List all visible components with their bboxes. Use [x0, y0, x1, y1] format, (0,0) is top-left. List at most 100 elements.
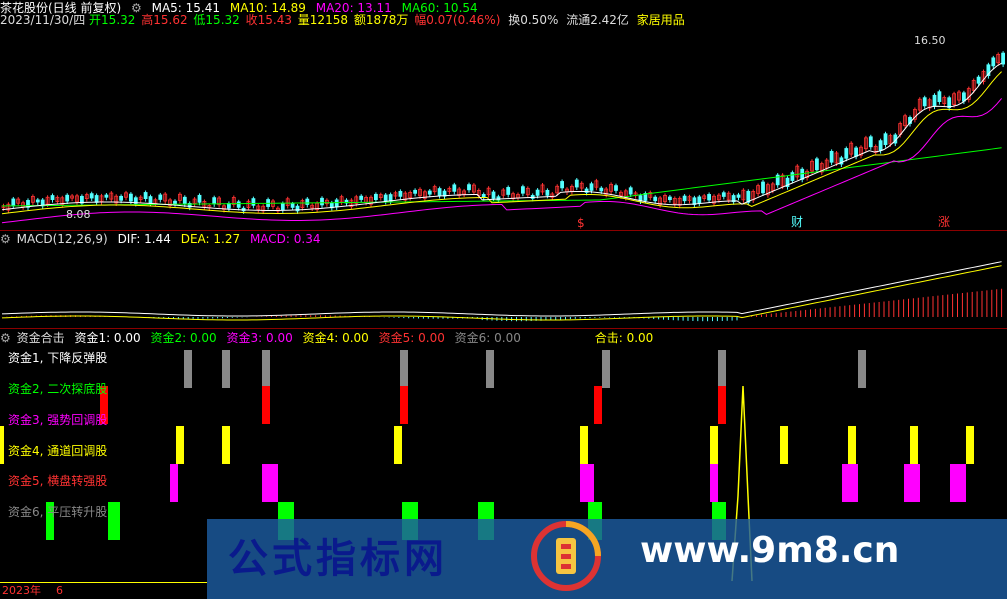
signal-bar	[848, 426, 856, 464]
fund2-value: 资金2: 0.00	[150, 331, 217, 345]
finance-marker[interactable]: 财	[791, 215, 803, 229]
fund2-label: 资金2, 二次探底股	[8, 382, 108, 396]
fund5-value: 资金5: 0.00	[378, 331, 445, 345]
fund-settings-icon[interactable]: ⚙	[0, 331, 11, 345]
candle	[844, 148, 849, 159]
watermark-text: 公式指标网	[228, 536, 448, 582]
candle	[143, 192, 148, 200]
candle	[89, 193, 94, 199]
candle	[545, 189, 550, 196]
signal-bar	[718, 386, 726, 424]
signal-bar	[950, 464, 958, 502]
fund-title[interactable]: 资金合击	[17, 331, 65, 345]
quote-low: 低15.32	[193, 13, 240, 27]
candle	[682, 195, 687, 202]
macd-chart[interactable]	[0, 247, 1007, 327]
signal-bar	[718, 350, 726, 388]
candle	[251, 198, 256, 206]
signal-bar	[602, 350, 610, 388]
candle	[398, 190, 403, 197]
signal-bar	[262, 386, 270, 424]
candle	[653, 196, 658, 202]
candle	[148, 196, 153, 204]
candle	[119, 195, 123, 201]
hit-value: 合击: 0.00	[594, 331, 654, 345]
candle	[589, 183, 594, 191]
fund4-value: 资金4: 0.00	[302, 331, 369, 345]
candle	[413, 189, 418, 194]
date-axis: 2023年 6	[0, 582, 207, 599]
candle	[721, 192, 726, 197]
fund-header: ⚙ 资金合击 资金1: 0.00 资金2: 0.00 资金3: 0.00 资金4…	[0, 330, 659, 346]
signal-bar	[222, 350, 230, 388]
watermark-logo-icon	[531, 521, 601, 591]
fund3-value: 资金3: 0.00	[226, 331, 293, 345]
fund1-value: 资金1: 0.00	[74, 331, 141, 345]
signal-bar	[710, 464, 718, 502]
candle	[560, 181, 564, 189]
macd-settings-icon[interactable]: ⚙	[0, 232, 11, 246]
signal-bar	[184, 350, 192, 388]
signal-bar	[400, 350, 408, 388]
candle	[11, 198, 16, 207]
fund4-label: 资金4, 通道回调股	[8, 444, 108, 458]
candle	[35, 199, 40, 203]
candle	[437, 188, 442, 196]
candle	[761, 181, 765, 194]
candle	[128, 193, 133, 202]
signal-bar	[966, 426, 974, 464]
candle	[707, 194, 711, 201]
candle	[50, 195, 55, 200]
dividend-marker[interactable]: $	[577, 216, 585, 230]
signal-bar	[850, 464, 858, 502]
quote-volume: 量12158	[297, 13, 348, 27]
macd-dif: DIF: 1.44	[117, 232, 171, 246]
signal-bar	[710, 426, 718, 464]
quote-change: 幅0.07(0.46%)	[414, 13, 501, 27]
candle	[388, 194, 393, 202]
candle	[467, 184, 471, 191]
watermark-url: www.9m8.cn	[640, 530, 900, 571]
fund1-label: 资金1, 下降反弹股	[8, 351, 108, 365]
signal-bar	[112, 502, 120, 540]
signal-bar	[262, 350, 270, 388]
low-price-label: 8.08	[66, 208, 91, 221]
signal-bar	[394, 426, 402, 464]
candle	[962, 92, 966, 102]
divider	[0, 328, 1007, 329]
signal-bar	[580, 426, 588, 464]
candle	[937, 91, 942, 102]
quote-high: 高15.62	[141, 13, 188, 27]
signal-bar	[858, 350, 866, 388]
signal-bar	[170, 464, 178, 502]
candle	[1001, 52, 1005, 65]
candle	[65, 194, 70, 202]
candle	[104, 194, 109, 198]
quote-date: 2023/11/30/四	[0, 13, 86, 27]
price-chart[interactable]: 16.50 8.08 $ 财 涨	[0, 30, 1007, 230]
fund6-value: 资金6: 0.00	[454, 331, 521, 345]
quote-float: 流通2.42亿	[566, 13, 629, 27]
limit-up-marker[interactable]: 涨	[938, 214, 950, 229]
candle	[815, 158, 819, 171]
signal-bar	[910, 426, 918, 464]
candle	[359, 195, 364, 200]
candle	[790, 172, 795, 181]
candle	[305, 198, 310, 205]
candle	[236, 201, 241, 208]
signal-bar	[594, 386, 602, 424]
candle	[932, 94, 937, 107]
macd-macd: MACD: 0.34	[249, 232, 321, 246]
macd-dea: DEA: 1.27	[180, 232, 241, 246]
candle	[736, 194, 741, 198]
candle	[614, 185, 618, 191]
candle	[173, 200, 177, 205]
signal-bar	[0, 426, 4, 464]
fund6-label: 资金6, 平压转升股	[8, 505, 108, 519]
candle	[334, 199, 339, 208]
candle	[854, 147, 858, 157]
quote-turnover: 换0.50%	[508, 13, 559, 27]
candle	[883, 133, 888, 146]
signal-bar	[842, 464, 850, 502]
macd-title[interactable]: MACD(12,26,9)	[17, 232, 108, 246]
